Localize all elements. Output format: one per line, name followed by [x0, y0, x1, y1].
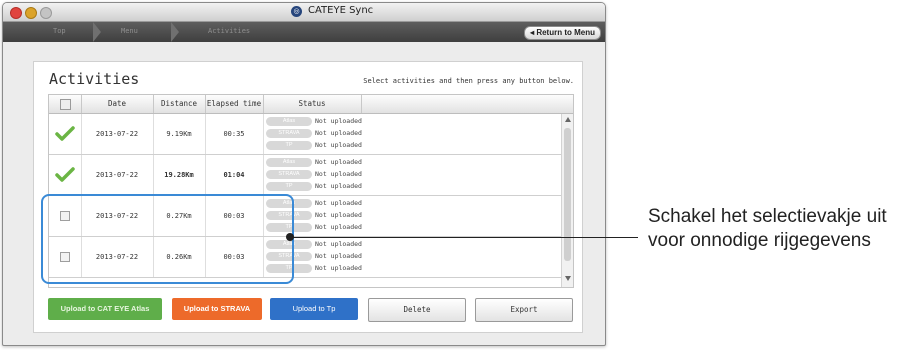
date-cell: 2013-07-22 [81, 114, 154, 154]
checkmark-icon[interactable] [55, 126, 75, 142]
header-select-cell [49, 95, 82, 113]
crumb-separator-icon [93, 22, 101, 42]
callout-dot-icon [286, 233, 294, 241]
select-all-checkbox[interactable] [60, 99, 71, 110]
status-text: Not uploaded [315, 264, 362, 272]
export-button[interactable]: Export [475, 298, 573, 322]
close-window-button[interactable] [10, 7, 22, 19]
select-cell [49, 155, 82, 195]
minimize-window-button[interactable] [25, 7, 37, 19]
crumb-menu[interactable]: Menu [121, 27, 138, 35]
tp-badge: TP [266, 182, 312, 191]
column-header-status[interactable]: Status [263, 95, 362, 113]
scroll-thumb[interactable] [564, 128, 571, 261]
elapsed-time-cell: 00:35 [205, 114, 264, 154]
window-title: CATEYE Sync [308, 5, 374, 16]
distance-cell: 9.19Km [153, 114, 206, 154]
select-cell [49, 114, 82, 154]
status-text: Not uploaded [315, 170, 362, 178]
table-row[interactable]: 2013-07-22 9.19Km 00:35 Atlas Not uploade… [49, 114, 561, 155]
status-text: Not uploaded [315, 211, 362, 219]
date-cell: 2013-07-22 [81, 155, 154, 195]
atlas-badge: Atlas [266, 117, 312, 126]
callout-line-1: Schakel het selectievakje uit [648, 206, 887, 227]
table-row[interactable]: 2013-07-22 19.28Km 01:04 Atlas Not upload… [49, 155, 561, 196]
elapsed-time-cell: 01:04 [205, 155, 264, 195]
distance-cell: 19.28Km [153, 155, 206, 195]
title-bar: ◎ CATEYE Sync [3, 3, 605, 22]
callout-line-2: voor onnodige rijgegevens [648, 230, 871, 251]
column-header-date[interactable]: Date [81, 95, 154, 113]
status-cell: Atlas Not uploaded STRAVA Not uploaded TP N… [266, 116, 374, 152]
strava-badge: STRAVA [266, 170, 312, 179]
crumb-activities: Activities [208, 27, 251, 35]
breadcrumb-bar: Top Menu Activities ◂ Return to Menu [3, 22, 605, 42]
crumb-top[interactable]: Top [53, 27, 66, 35]
callout-annotation: Schakel het selectievakje uit voor onnod… [648, 205, 914, 253]
zoom-window-button[interactable] [40, 7, 52, 19]
table-scrollbar[interactable] [561, 114, 573, 287]
status-text: Not uploaded [315, 158, 362, 166]
tp-badge: TP [266, 141, 312, 150]
column-header-elapsed-time[interactable]: Elapsed time [205, 95, 264, 113]
status-text: Not uploaded [315, 182, 362, 190]
return-to-menu-button[interactable]: ◂ Return to Menu [524, 26, 601, 40]
atlas-badge: Atlas [266, 158, 312, 167]
status-text: Not uploaded [315, 223, 362, 231]
delete-button[interactable]: Delete [368, 298, 466, 322]
upload-strava-button[interactable]: Upload to STRAVA [172, 298, 262, 320]
crumb-separator-icon [171, 22, 179, 42]
page-title: Activities [49, 70, 140, 88]
status-cell: Atlas Not uploaded STRAVA Not uploaded TP N… [266, 157, 374, 193]
callout-leader-line [290, 237, 638, 238]
app-logo-icon: ◎ [291, 6, 302, 17]
status-text: Not uploaded [315, 117, 362, 125]
app-window: ◎ CATEYE Sync Top Menu Activities ◂ Retu… [2, 2, 606, 346]
status-text: Not uploaded [315, 199, 362, 207]
status-text: Not uploaded [315, 252, 362, 260]
upload-cateye-atlas-button[interactable]: Upload to CAT EYE Atlas [48, 298, 162, 320]
column-header-distance[interactable]: Distance [153, 95, 206, 113]
table-header: Date Distance Elapsed time Status [49, 95, 573, 114]
unchecked-rows-highlight [41, 194, 294, 284]
scroll-down-icon[interactable] [565, 276, 571, 281]
checkmark-icon[interactable] [55, 167, 75, 183]
upload-tp-button[interactable]: Upload to Tp [270, 298, 358, 320]
status-text: Not uploaded [315, 240, 362, 248]
instruction-text: Select activities and then press any but… [363, 77, 574, 85]
scroll-up-icon[interactable] [565, 117, 571, 122]
status-text: Not uploaded [315, 141, 362, 149]
strava-badge: STRAVA [266, 129, 312, 138]
status-text: Not uploaded [315, 129, 362, 137]
